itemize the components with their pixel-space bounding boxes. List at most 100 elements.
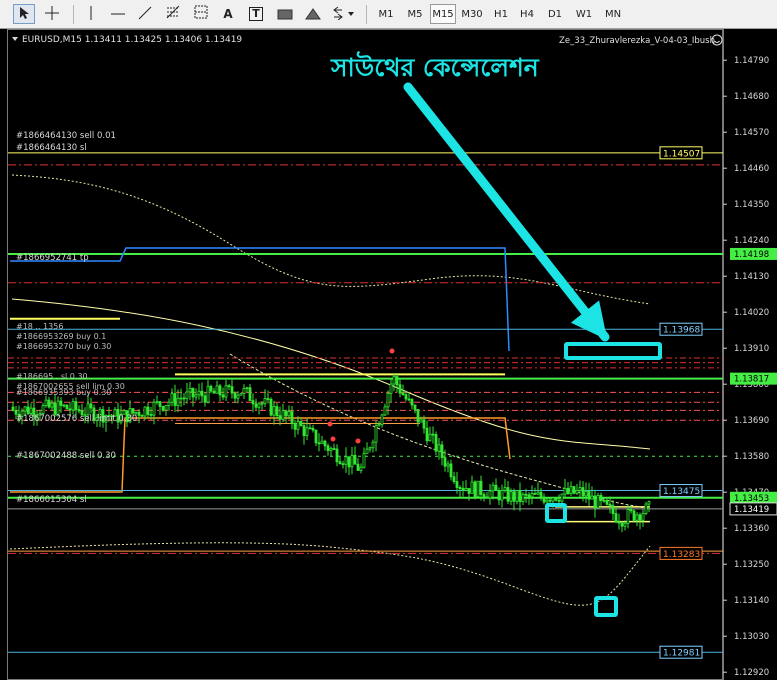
candle-body (632, 510, 636, 521)
candle-body (47, 399, 51, 408)
candle-body (644, 503, 648, 514)
candle-body (176, 397, 180, 406)
candle-body (386, 393, 390, 408)
triangle-icon (305, 5, 321, 24)
price-tick-label: 1.14570 (734, 128, 769, 138)
candle-body (470, 481, 474, 494)
candle-body (626, 509, 630, 524)
candle-body (155, 401, 159, 403)
candle-body (647, 501, 651, 505)
timeframe-d1-button[interactable]: D1 (542, 4, 568, 24)
annotation-text: সাউথের কেন্সেলেশন (330, 51, 540, 82)
candle-body (377, 424, 381, 427)
candle-body (167, 401, 171, 406)
fibo-grid-tool-button[interactable] (190, 4, 212, 24)
candle-body (422, 419, 426, 429)
candle-body (152, 401, 156, 416)
candle-body (206, 385, 210, 403)
arrows-tool-button[interactable] (330, 4, 358, 24)
trendline-icon (138, 5, 152, 24)
trade-marker (355, 438, 361, 444)
fibonacci-icon (165, 4, 181, 24)
candle-body (146, 406, 150, 415)
trade-marker (389, 348, 395, 354)
candle-body (305, 427, 309, 437)
text-label-tool-button[interactable]: T (246, 4, 266, 24)
candle-body (296, 420, 300, 430)
candle-body (350, 454, 354, 468)
candle-body (353, 454, 357, 465)
arrows-icon (332, 5, 356, 24)
triangle-tool-button[interactable] (302, 4, 324, 24)
timeframe-m15-button[interactable]: M15 (430, 4, 456, 24)
candle-body (566, 487, 570, 494)
candle-body (335, 448, 339, 463)
candle-body (143, 406, 147, 417)
candle-body (179, 397, 183, 400)
price-tick-label: 1.13250 (734, 560, 769, 570)
candle-body (431, 433, 435, 436)
candle-body (521, 493, 525, 502)
price-tick-label: 1.13910 (734, 344, 769, 354)
candle-body (233, 392, 237, 399)
candle-body (563, 487, 567, 495)
candle-body (569, 486, 573, 494)
overlap-order-label: #1866953270 buy 0.30 (16, 342, 111, 351)
price-tick-label: 1.13140 (734, 596, 769, 606)
candle-body (74, 401, 78, 411)
text-tool-button[interactable]: A (218, 4, 238, 24)
candle-body (416, 409, 420, 423)
candle-body (509, 491, 513, 502)
price-axis-background (723, 29, 777, 680)
candle-body (29, 407, 33, 415)
timeframe-w1-button[interactable]: W1 (571, 4, 597, 24)
toolbar-separator (366, 5, 367, 24)
candle-body (266, 398, 270, 400)
candle-body (548, 499, 552, 502)
candle-body (188, 387, 192, 393)
fibonacci-tool-button[interactable] (162, 4, 184, 24)
candle-body (368, 447, 372, 450)
candle-body (194, 394, 198, 398)
trendline-tool-button[interactable] (134, 4, 156, 24)
candle-body (407, 398, 411, 401)
candle-body (551, 497, 555, 502)
order-label: #1866464130 sell 0.01 (16, 131, 116, 141)
vertical-line-tool-button[interactable] (80, 4, 102, 24)
expert-advisor-name: Ze_33_Zhuravlerezka_V-04-03_Ibush (559, 36, 715, 46)
timeframe-h4-button[interactable]: H4 (514, 4, 540, 24)
candle-body (461, 487, 465, 491)
order-label: #1867002576 sell limit 0.30 (16, 414, 137, 424)
price-tick-label: 1.14130 (734, 272, 769, 282)
timeframe-m5-button[interactable]: M5 (402, 4, 428, 24)
candle-body (329, 448, 333, 451)
candle-body (596, 495, 600, 509)
crosshair-tool-button[interactable] (41, 4, 63, 24)
candle-body (512, 491, 516, 502)
rectangle-tool-button[interactable] (274, 4, 296, 24)
candle-body (449, 463, 453, 478)
toolbar-separator (73, 5, 74, 24)
candle-body (404, 394, 408, 400)
candle-body (515, 490, 519, 502)
cursor-tool-button[interactable] (13, 4, 35, 24)
candle-body (479, 480, 483, 495)
horizontal-line-tool-button[interactable] (107, 4, 129, 24)
candle-body (263, 398, 267, 404)
candle-body (11, 406, 15, 411)
candle-body (299, 420, 303, 427)
candle-body (539, 491, 543, 498)
timeframe-m30-button[interactable]: M30 (459, 4, 485, 24)
candle-body (617, 521, 621, 524)
price-chart[interactable]: সাউথের কেন্সেলেশন #1866464130 sell 0.01 #1… (0, 29, 777, 680)
candle-body (524, 493, 528, 496)
trade-marker (330, 436, 336, 442)
timeframe-h1-button[interactable]: H1 (488, 4, 514, 24)
timeframe-m1-button[interactable]: M1 (373, 4, 399, 24)
candle-body (359, 466, 363, 471)
candle-body (614, 513, 618, 523)
timeframe-mn-button[interactable]: MN (600, 4, 626, 24)
candle-body (140, 415, 144, 417)
candle-body (503, 487, 507, 491)
candle-body (311, 427, 315, 431)
